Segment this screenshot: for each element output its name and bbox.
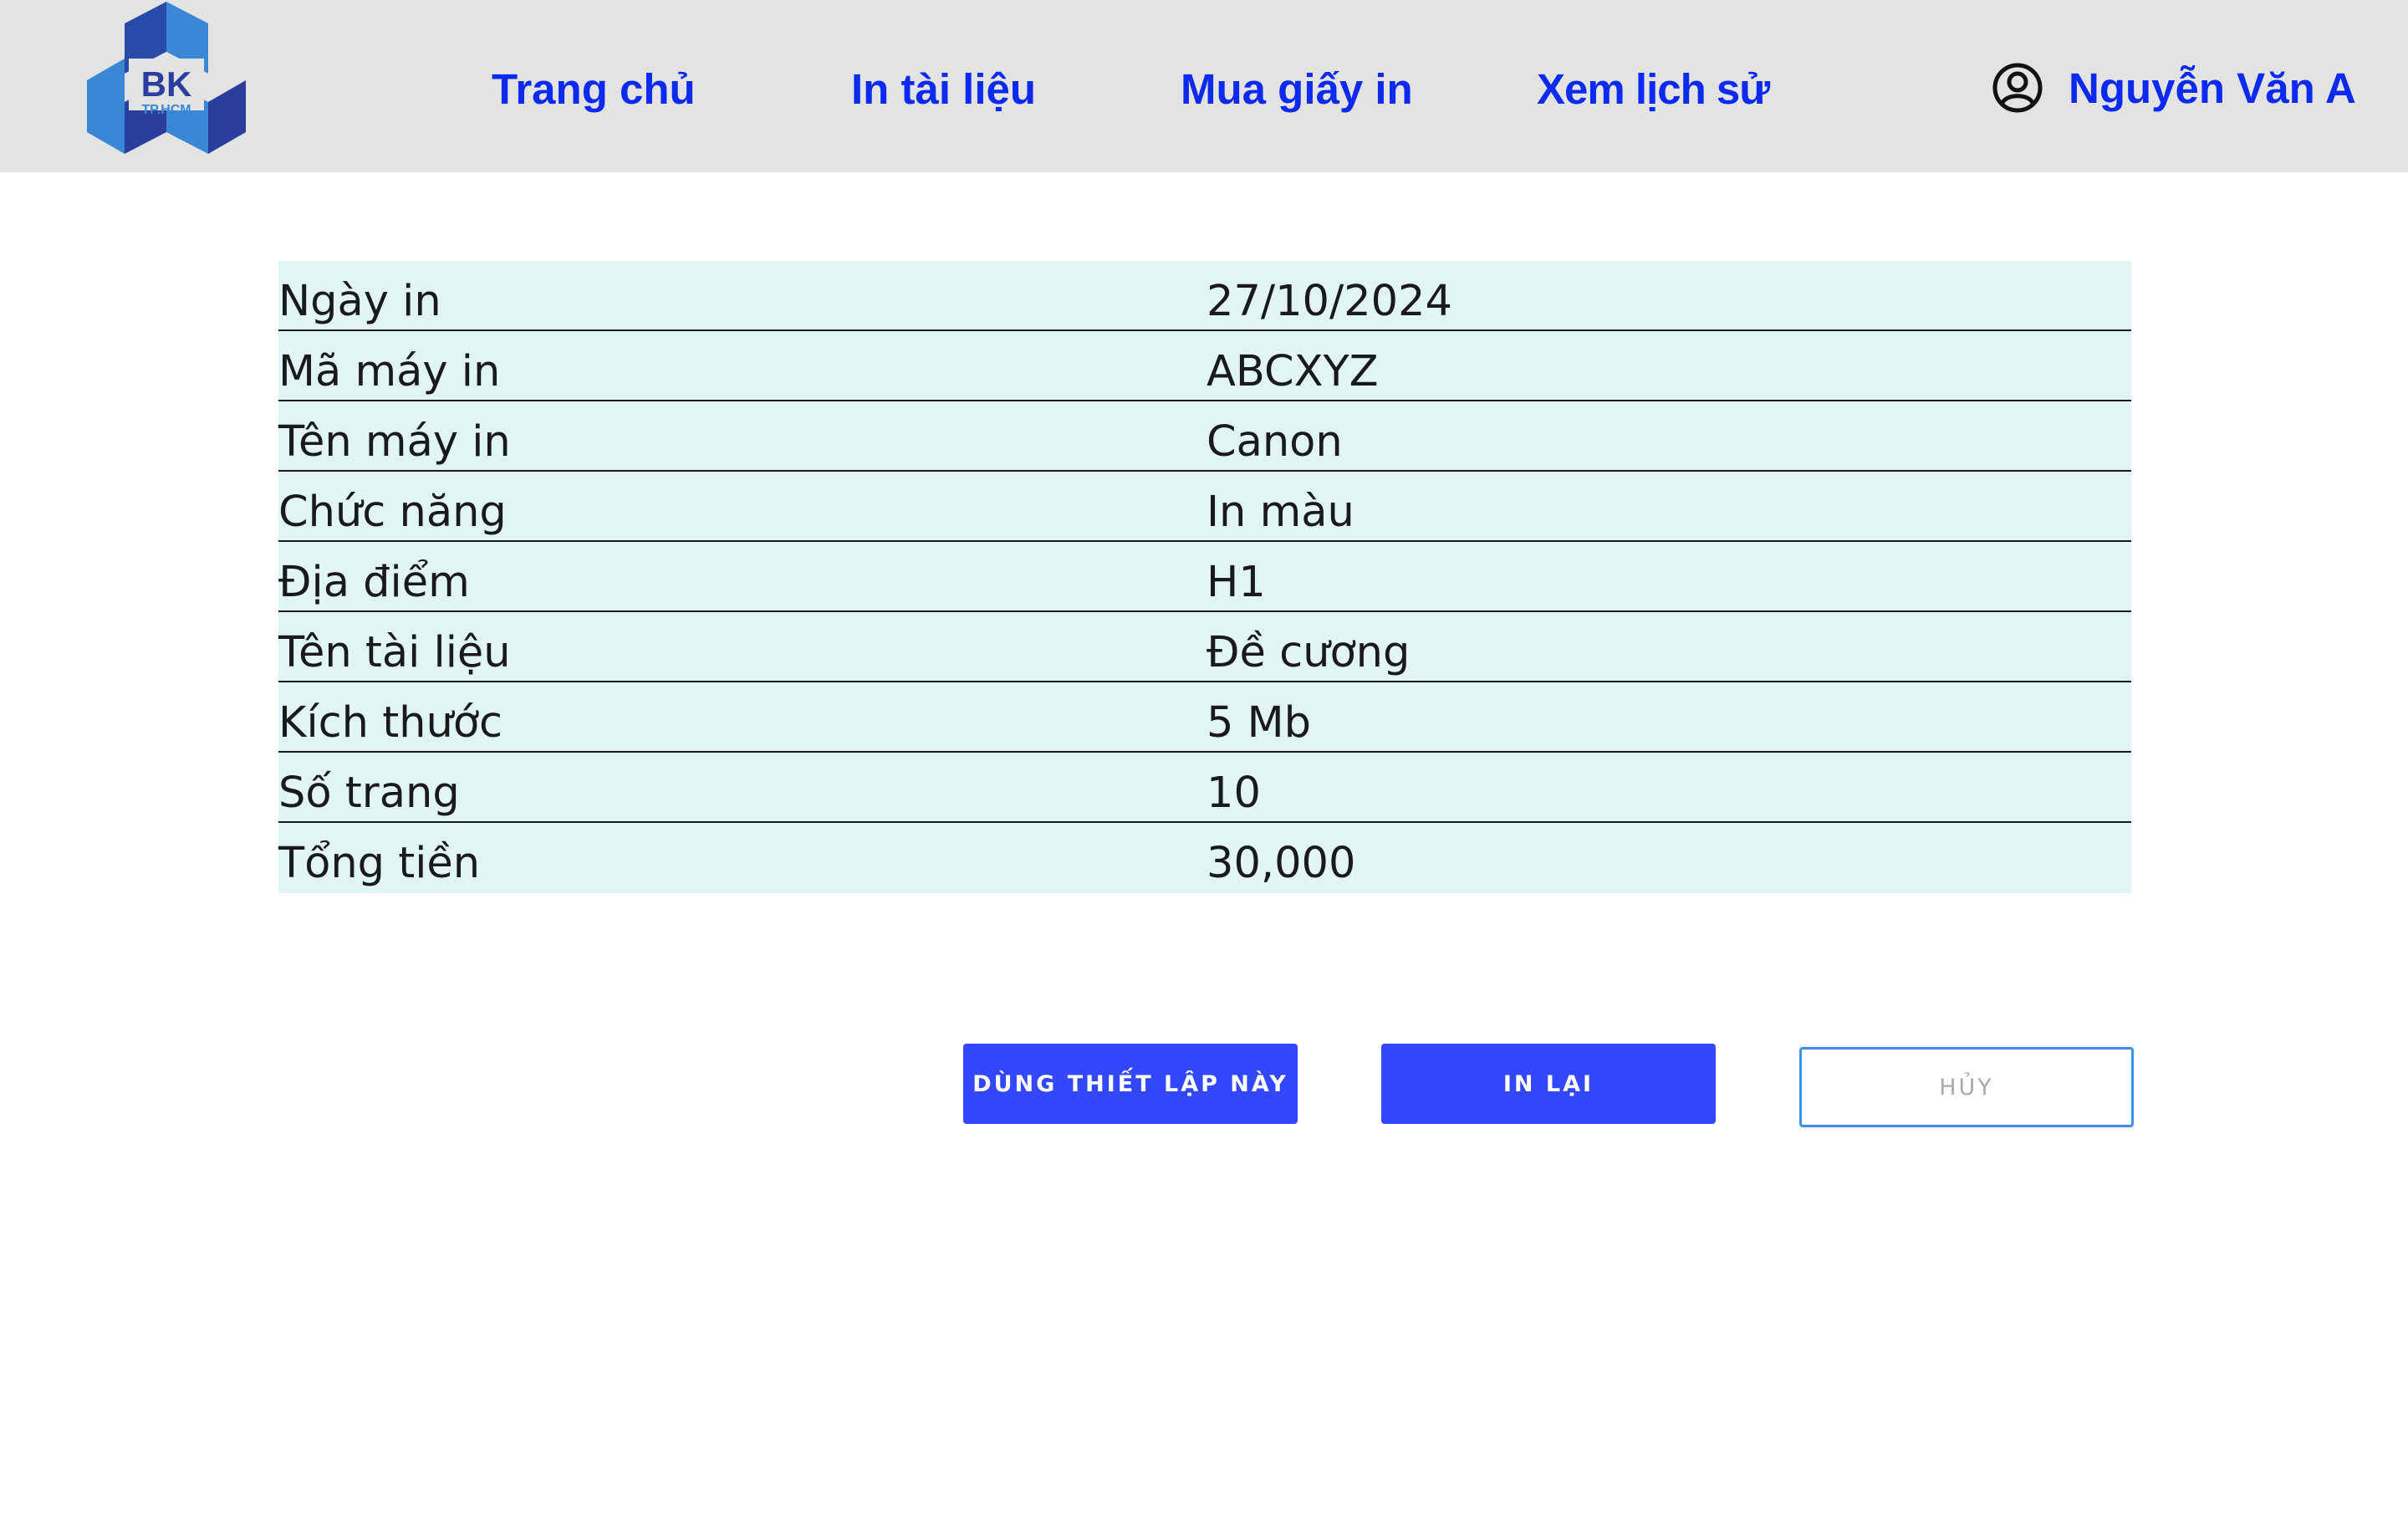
detail-value: ABCXYZ bbox=[1207, 347, 1379, 396]
detail-label: Ngày in bbox=[278, 277, 441, 326]
detail-label: Chức năng bbox=[278, 488, 507, 537]
detail-row: Tên máy in Canon bbox=[278, 401, 2131, 472]
detail-row: Ngày in 27/10/2024 bbox=[278, 261, 2131, 331]
detail-label: Địa điểm bbox=[278, 558, 470, 607]
detail-value: 10 bbox=[1207, 769, 1261, 818]
user-menu[interactable]: Nguyễn Văn A bbox=[1992, 59, 2356, 117]
logo-text: BK bbox=[141, 64, 192, 104]
logo-subtext: TP.HCM bbox=[141, 103, 191, 117]
detail-row: Địa điểm H1 bbox=[278, 542, 2131, 612]
detail-row: Tên tài liệu Đề cương bbox=[278, 612, 2131, 682]
nav-buy-paper[interactable]: Mua giấy in bbox=[1181, 60, 1413, 119]
detail-label: Số trang bbox=[278, 769, 460, 818]
detail-value: H1 bbox=[1207, 558, 1266, 607]
print-details-table: Ngày in 27/10/2024 Mã máy in ABCXYZ Tên … bbox=[278, 261, 2131, 893]
detail-row: Tổng tiền 30,000 bbox=[278, 823, 2131, 893]
detail-value: 5 Mb bbox=[1207, 698, 1312, 748]
detail-label: Mã máy in bbox=[278, 347, 501, 396]
detail-label: Tên máy in bbox=[278, 417, 511, 467]
nav-home[interactable]: Trang chủ bbox=[492, 60, 696, 119]
detail-label: Kích thước bbox=[278, 698, 503, 748]
detail-label: Tổng tiền bbox=[278, 839, 481, 888]
top-navbar: BK TP.HCM Trang chủ In tài liệu Mua giấy… bbox=[0, 0, 2408, 172]
detail-row: Kích thước 5 Mb bbox=[278, 682, 2131, 753]
detail-row: Mã máy in ABCXYZ bbox=[278, 331, 2131, 401]
use-settings-button[interactable]: DÙNG THIẾT LẬP NÀY bbox=[963, 1044, 1298, 1124]
detail-value: In màu bbox=[1207, 488, 1354, 537]
nav-history[interactable]: Xem lịch sử bbox=[1537, 60, 1770, 119]
detail-value: Đề cương bbox=[1207, 628, 1411, 677]
detail-label: Tên tài liệu bbox=[278, 628, 511, 677]
cancel-button[interactable]: HỦY bbox=[1799, 1047, 2134, 1127]
user-name: Nguyễn Văn A bbox=[2069, 64, 2356, 112]
bk-logo[interactable]: BK TP.HCM bbox=[85, 0, 247, 164]
user-circle-icon bbox=[1992, 63, 2043, 113]
detail-value: 27/10/2024 bbox=[1207, 277, 1452, 326]
reprint-button[interactable]: IN LẠI bbox=[1381, 1044, 1716, 1124]
nav-print-document[interactable]: In tài liệu bbox=[851, 60, 1036, 119]
detail-value: 30,000 bbox=[1207, 839, 1356, 888]
detail-row: Chức năng In màu bbox=[278, 472, 2131, 542]
detail-row: Số trang 10 bbox=[278, 753, 2131, 823]
detail-value: Canon bbox=[1207, 417, 1343, 467]
